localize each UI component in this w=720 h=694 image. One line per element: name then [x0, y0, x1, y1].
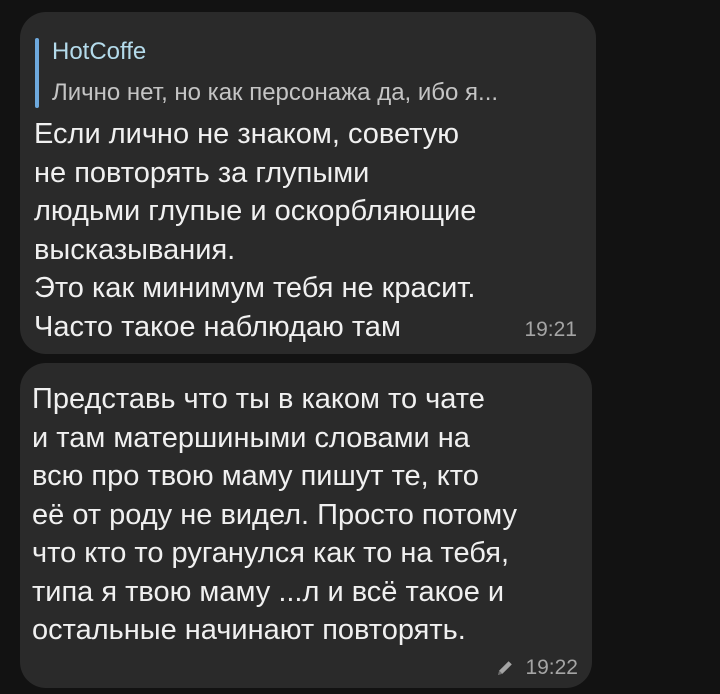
- message-time: 19:22: [525, 656, 578, 679]
- message-line: высказывания.: [34, 233, 236, 266]
- pencil-icon: [498, 661, 513, 675]
- message-line: остальные начинают повторять.: [32, 614, 466, 646]
- reply-sender-name: HotCoffe: [52, 38, 147, 65]
- message-line: её от роду не видел. Просто потому: [32, 498, 517, 531]
- message-line: типа я твою маму ...л и всё такое и: [32, 575, 505, 608]
- message-text: Представь что ты в каком то чате и там м…: [32, 380, 577, 650]
- message-line: Часто такое наблюдаю там: [34, 310, 401, 343]
- message-meta: 19:21: [524, 318, 577, 342]
- message-bubble[interactable]: HotCoffe Лично нет, но как персонажа да,…: [20, 12, 596, 354]
- message-time: 19:21: [524, 318, 577, 341]
- message-line: не повторять за глупыми: [34, 156, 370, 189]
- message-line: Если лично не знаком, советую: [34, 118, 460, 150]
- chat-view: HotCoffe Лично нет, но как персонажа да,…: [0, 0, 720, 694]
- message-meta: 19:22: [495, 656, 578, 680]
- message-text: Если лично не знаком, советую не повторя…: [34, 115, 534, 346]
- reply-preview-text: Лично нет, но как персонажа да, ибо я...: [52, 79, 499, 106]
- reply-quote[interactable]: HotCoffe Лично нет, но как персонажа да,…: [35, 36, 565, 110]
- message-line: всю про твою маму пишут те, кто: [32, 460, 479, 492]
- message-line: что кто то руганулся как то на тебя,: [32, 537, 510, 569]
- message-bubble[interactable]: Представь что ты в каком то чате и там м…: [20, 363, 592, 688]
- message-line: людьми глупые и оскорбляющие: [34, 195, 477, 227]
- message-line: Представь что ты в каком то чате: [32, 383, 485, 415]
- message-line: и там матершиными словами на: [32, 421, 470, 454]
- message-line: Это как минимум тебя не красит.: [34, 272, 476, 304]
- reply-accent-bar: [35, 38, 39, 108]
